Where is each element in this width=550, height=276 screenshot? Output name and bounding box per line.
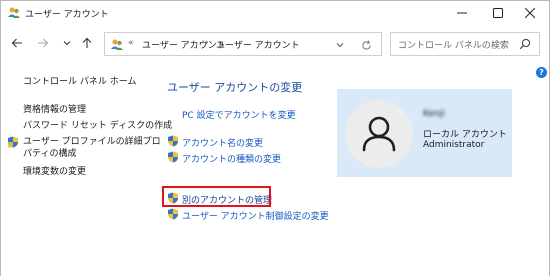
breadcrumb-overflow[interactable]: «	[128, 38, 134, 48]
help-button[interactable]: ?	[536, 67, 547, 78]
minimize-icon	[457, 12, 467, 14]
maximize-button[interactable]	[483, 1, 513, 25]
search-placeholder[interactable]: コントロール パネルの検索	[398, 38, 509, 51]
maximize-icon	[493, 8, 503, 18]
address-bar[interactable]: « ユーザー アカウント › ユーザー アカウント	[104, 32, 382, 56]
user-account-panel: Kenji ローカル アカウント Administrator	[337, 89, 512, 177]
link-change-account-in-pc-settings[interactable]: PC 設定でアカウントを変更	[182, 108, 296, 121]
forward-button[interactable]	[35, 35, 51, 51]
minimize-button[interactable]	[447, 1, 477, 25]
sidebar-item-credential-manager[interactable]: 資格情報の管理	[23, 102, 86, 115]
uac-shield-icon	[168, 151, 178, 163]
arrow-right-icon	[38, 38, 49, 48]
address-history-button[interactable]	[333, 38, 347, 52]
sidebar-item-password-reset-disk[interactable]: パスワード リセット ディスクの作成	[23, 118, 172, 131]
recent-locations-button[interactable]	[59, 35, 75, 51]
chevron-down-icon	[336, 43, 344, 48]
users-icon	[7, 6, 21, 20]
up-button[interactable]	[79, 35, 95, 51]
content-area: ? コントロール パネル ホーム 資格情報の管理 パスワード リセット ディスク…	[1, 61, 549, 276]
sidebar-item-environment-variables[interactable]: 環境変数の変更	[23, 164, 86, 177]
link-change-account-name[interactable]: アカウント名の変更	[182, 136, 263, 149]
search-box[interactable]: コントロール パネルの検索	[390, 32, 540, 56]
arrow-up-icon	[82, 37, 92, 48]
refresh-button[interactable]	[359, 38, 373, 52]
close-button[interactable]	[515, 1, 545, 25]
user-name: Kenji	[423, 109, 445, 119]
back-button[interactable]	[9, 35, 25, 51]
link-change-account-type[interactable]: アカウントの種類の変更	[182, 152, 281, 165]
window-title: ユーザー アカウント	[25, 10, 109, 20]
chevron-down-icon	[63, 41, 71, 46]
users-icon	[110, 38, 124, 52]
link-change-uac-settings[interactable]: ユーザー アカウント制御設定の変更	[182, 209, 329, 222]
user-account-type: ローカル アカウント	[423, 130, 507, 140]
refresh-icon	[361, 40, 371, 50]
sidebar-item-label: ユーザー プロファイルの詳細プロパティの構成	[23, 137, 161, 159]
arrow-left-icon	[11, 38, 22, 48]
close-icon	[525, 8, 535, 18]
uac-shield-icon	[8, 136, 18, 148]
breadcrumb-item[interactable]: ユーザー アカウント	[216, 38, 300, 51]
sidebar-item-control-panel-home[interactable]: コントロール パネル ホーム	[23, 74, 136, 87]
sidebar-item-advanced-profile[interactable]: ユーザー プロファイルの詳細プロパティの構成	[8, 136, 163, 160]
uac-shield-icon	[168, 208, 178, 220]
navigation-bar: « ユーザー アカウント › ユーザー アカウント コントロール パネルの検索	[1, 29, 549, 59]
breadcrumb-separator[interactable]: ›	[205, 38, 209, 48]
search-icon[interactable]	[519, 38, 533, 52]
title-bar: ユーザー アカウント	[1, 1, 549, 25]
user-role: Administrator	[423, 140, 485, 150]
window: ユーザー アカウント « ユーザー アカウント › ユーザー アカウント コント…	[0, 0, 550, 276]
page-title: ユーザー アカウントの変更	[167, 81, 303, 94]
user-icon	[362, 116, 396, 152]
breadcrumb-item[interactable]: ユーザー アカウント	[142, 38, 226, 51]
avatar	[345, 100, 413, 168]
uac-shield-icon	[168, 135, 178, 147]
highlight-box	[162, 186, 271, 207]
